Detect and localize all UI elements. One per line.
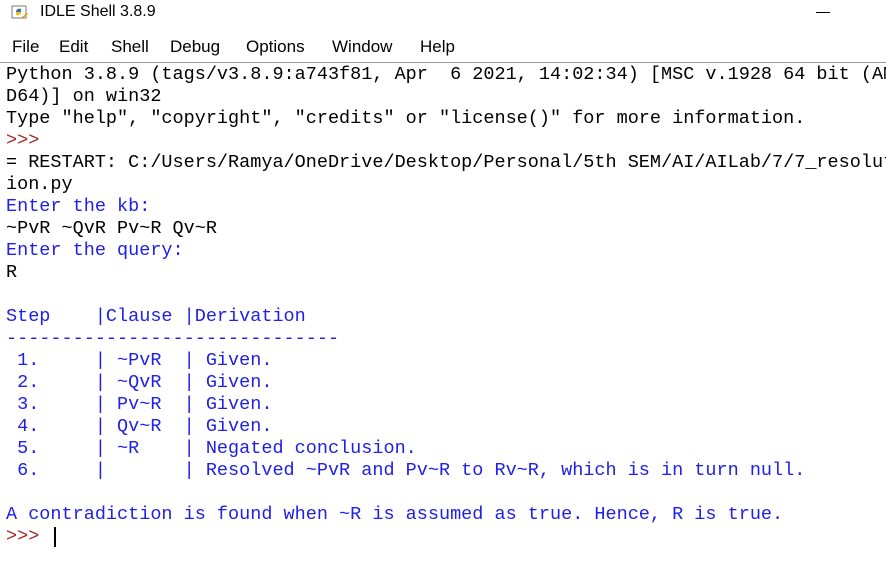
- shell-line: 4. | Qv~R | Given.: [6, 416, 273, 437]
- shell-line: Enter the kb:: [6, 196, 151, 217]
- window-title: IDLE Shell 3.8.9: [40, 3, 156, 20]
- shell-line: 5. | ~R | Negated conclusion.: [6, 438, 417, 459]
- shell-line: Step |Clause |Derivation: [6, 306, 306, 327]
- minimize-button[interactable]: [800, 0, 846, 28]
- shell-prompt: >>>: [6, 130, 51, 151]
- shell-line: Type "help", "copyright", "credits" or "…: [6, 108, 806, 129]
- shell-line: 2. | ~QvR | Given.: [6, 372, 273, 393]
- shell-line: ~PvR ~QvR Pv~R Qv~R: [6, 218, 217, 239]
- menu-shell[interactable]: Shell: [111, 36, 149, 58]
- text-cursor: [54, 527, 56, 547]
- shell-line: 3. | Pv~R | Given.: [6, 394, 273, 415]
- menu-help[interactable]: Help: [420, 36, 455, 58]
- shell-prompt: >>>: [6, 526, 51, 547]
- menu-window[interactable]: Window: [332, 36, 392, 58]
- shell-line: 1. | ~PvR | Given.: [6, 350, 273, 371]
- shell-line: ion.py: [6, 174, 73, 195]
- minimize-icon: [816, 12, 830, 13]
- shell-line: R: [6, 262, 18, 283]
- menu-file[interactable]: File: [12, 36, 39, 58]
- shell-line: = RESTART: C:/Users/Ramya/OneDrive/Deskt…: [6, 152, 886, 173]
- shell-line: Python 3.8.9 (tags/v3.8.9:a743f81, Apr 6…: [6, 64, 886, 85]
- menu-options[interactable]: Options: [246, 36, 305, 58]
- menu-bar: File Edit Shell Debug Options Window Hel…: [0, 36, 886, 60]
- shell-line: Enter the query:: [6, 240, 184, 261]
- python-idle-icon: [11, 5, 28, 19]
- menu-edit[interactable]: Edit: [59, 36, 88, 58]
- shell-line: 6. | | Resolved ~PvR and Pv~R to Rv~R, w…: [6, 460, 806, 481]
- shell-line: ------------------------------: [6, 328, 340, 349]
- shell-line: D64)] on win32: [6, 86, 162, 107]
- shell-line: A contradiction is found when ~R is assu…: [6, 504, 784, 525]
- shell-text-area[interactable]: Python 3.8.9 (tags/v3.8.9:a743f81, Apr 6…: [0, 62, 886, 561]
- menu-debug[interactable]: Debug: [170, 36, 220, 58]
- title-bar: IDLE Shell 3.8.9: [0, 0, 886, 28]
